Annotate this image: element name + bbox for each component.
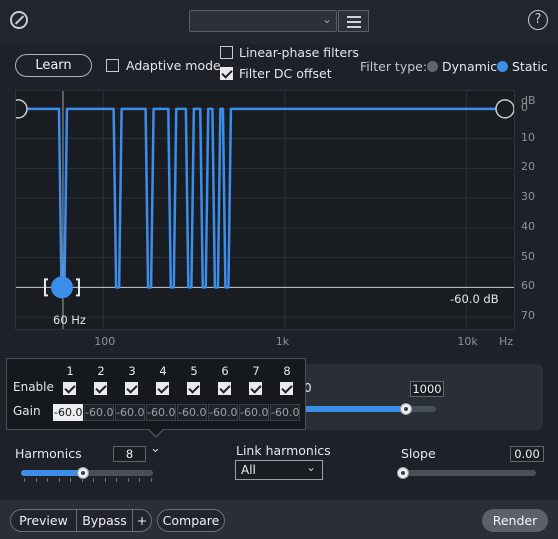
band-enable-checkbox[interactable] — [125, 382, 138, 395]
band-gain-field[interactable]: -60.0 — [208, 404, 238, 421]
band-gain-field[interactable]: -60.0 — [53, 404, 83, 421]
slope-slider-track[interactable] — [403, 470, 536, 476]
band-enable-checkbox[interactable] — [156, 382, 169, 395]
filter-dc-offset-checkbox[interactable] — [220, 67, 233, 80]
hamburger-menu-icon — [347, 16, 361, 18]
slider-tick — [127, 478, 129, 482]
learn-button[interactable]: Learn — [15, 54, 92, 77]
izotope-logo-icon[interactable] — [10, 11, 28, 29]
y-tick-label: 10 — [521, 130, 535, 144]
harmonics-slider-knob[interactable] — [77, 467, 90, 479]
band-enable-checkbox[interactable] — [218, 382, 231, 395]
y-tick-label: 70 — [521, 309, 535, 323]
low-handle — [16, 99, 28, 119]
band-number: 6 — [221, 364, 229, 378]
y-tick-label: 20 — [521, 160, 535, 174]
band-node — [50, 276, 73, 299]
y-tick-label: 40 — [521, 219, 535, 233]
band-gain-field[interactable]: -60.0 — [239, 404, 269, 421]
panel-slider-knob[interactable] — [400, 403, 413, 415]
slope-slider-knob[interactable] — [397, 467, 409, 479]
linear-phase-label: Linear-phase filters — [239, 45, 359, 60]
slider-tick — [139, 478, 140, 482]
cursor-frequency-label: 60 Hz — [53, 313, 86, 327]
y-tick-label: 30 — [521, 190, 535, 204]
gain-row-label: Gain — [13, 404, 41, 418]
band-number: 3 — [128, 364, 136, 378]
band-number: 7 — [252, 364, 260, 378]
help-icon[interactable]: ? — [528, 10, 548, 30]
slider-tick — [35, 478, 37, 482]
band-enable-checkbox[interactable] — [63, 382, 76, 395]
adaptive-mode-label: Adaptive mode — [126, 58, 221, 73]
preset-dropdown[interactable] — [189, 10, 337, 32]
slider-tick — [24, 478, 25, 482]
band-gain-field[interactable]: -60.0 — [270, 404, 300, 421]
band-number: 4 — [159, 364, 167, 378]
filter-type-dynamic-label: Dynamic — [442, 59, 498, 74]
chevron-down-icon: ⌄ — [322, 12, 333, 26]
slider-tick — [58, 478, 60, 482]
adaptive-mode-checkbox[interactable] — [106, 59, 119, 72]
band-number: 5 — [190, 364, 198, 378]
band-enable-checkbox[interactable] — [249, 382, 262, 395]
filter-type-static-radio[interactable] — [497, 61, 508, 72]
hz-unit-label: Hz — [499, 335, 514, 348]
panel-value-field[interactable]: 1000 — [410, 381, 444, 397]
y-tick-label: 0 — [521, 100, 528, 114]
y-tick-label: 50 — [521, 249, 535, 263]
band-settings-panel — [298, 364, 543, 430]
slider-tick — [116, 478, 117, 482]
band-gain-field[interactable]: -60.0 — [84, 404, 114, 421]
slider-tick — [93, 478, 94, 482]
harmonics-value-field[interactable]: 8 — [113, 446, 146, 462]
frequency-response-graph[interactable] — [15, 90, 515, 330]
chevron-down-icon: ⌄ — [305, 460, 316, 474]
gain-readout-label: -60.0 dB — [450, 292, 499, 306]
render-button[interactable]: Render — [482, 509, 548, 532]
band-gain-field[interactable]: -60.0 — [146, 404, 176, 421]
band-number: 2 — [97, 364, 105, 378]
band-gain-field[interactable]: -60.0 — [177, 404, 207, 421]
band-enable-checkbox[interactable] — [187, 382, 200, 395]
menu-button[interactable] — [338, 10, 369, 32]
slope-label: Slope — [401, 446, 436, 461]
enable-row-label: Enable — [13, 380, 54, 394]
band-number: 8 — [283, 364, 291, 378]
filter-dc-offset-label: Filter DC offset — [239, 66, 332, 81]
harmonics-label: Harmonics — [15, 446, 82, 461]
slider-tick — [70, 478, 71, 482]
bypass-button[interactable]: Bypass — [76, 509, 133, 532]
chevron-down-icon[interactable]: ⌄ — [150, 441, 161, 456]
link-harmonics-select[interactable]: All ⌄ — [235, 460, 323, 480]
filter-type-label: Filter type: — [360, 59, 428, 74]
panel-slider-fill — [300, 406, 407, 412]
x-tick-label: 1k — [275, 335, 290, 348]
band-gain-field[interactable]: -60.0 — [115, 404, 145, 421]
harmonics-slider-fill — [21, 470, 84, 476]
x-tick-label: 10k — [457, 335, 478, 348]
band-number: 1 — [66, 364, 74, 378]
filter-type-dynamic-radio[interactable] — [427, 61, 438, 72]
link-harmonics-label: Link harmonics — [236, 443, 331, 458]
band-enable-checkbox[interactable] — [94, 382, 107, 395]
slider-tick — [104, 478, 106, 482]
slider-tick — [47, 478, 48, 482]
slider-tick — [150, 478, 152, 482]
band-enable-checkbox[interactable] — [280, 382, 293, 395]
linear-phase-checkbox[interactable] — [220, 46, 233, 59]
response-curve-plot[interactable] — [16, 91, 514, 329]
compare-button[interactable]: Compare — [157, 509, 225, 532]
slider-tick — [81, 478, 83, 482]
high-handle — [495, 99, 514, 119]
y-tick-label: 60 — [521, 279, 535, 293]
filter-type-static-label: Static — [512, 59, 548, 74]
link-harmonics-value: All — [241, 463, 256, 477]
x-tick-label: 100 — [94, 335, 116, 348]
slope-value-field[interactable]: 0.00 — [510, 446, 544, 462]
preview-button[interactable]: Preview — [10, 509, 77, 532]
